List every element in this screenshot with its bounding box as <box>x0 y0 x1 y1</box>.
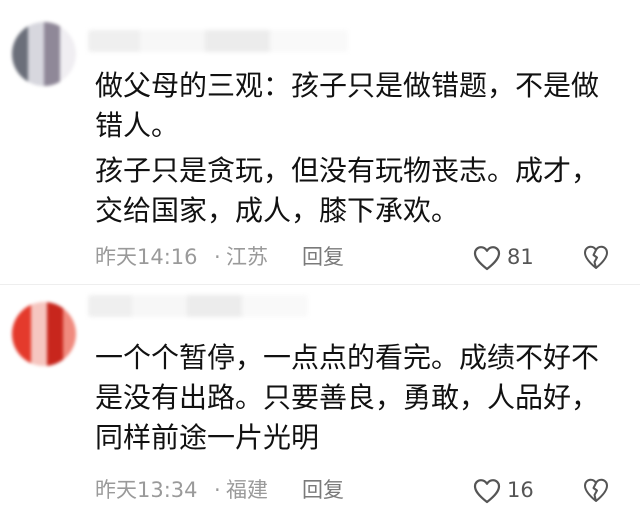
comment-item: 做父母的三观：孩子只是做错题，不是做错人。 孩子只是贪玩，但没有玩物丧志。成才，… <box>0 0 640 285</box>
broken-heart-icon[interactable] <box>583 477 609 503</box>
meta-separator: · <box>214 245 221 269</box>
comment-location: 福建 <box>226 478 268 502</box>
comment-time: 昨天14:16 <box>95 245 198 269</box>
comment-meta: 昨天13:34 · 福建 回复 16 <box>95 475 625 505</box>
avatar[interactable] <box>12 22 76 86</box>
comment-text: 做父母的三观：孩子只是做错题，不是做错人。 孩子只是贪玩，但没有玩物丧志。成才，… <box>95 66 615 231</box>
like-count: 16 <box>507 478 534 502</box>
like-count: 81 <box>507 245 534 269</box>
comment-location: 江苏 <box>226 245 268 269</box>
comment-paragraph: 做父母的三观：孩子只是做错题，不是做错人。 <box>95 69 600 142</box>
reply-button[interactable]: 回复 <box>302 242 344 272</box>
username-blurred[interactable] <box>88 30 348 52</box>
reply-button[interactable]: 回复 <box>302 475 344 505</box>
heart-outline-icon[interactable] <box>473 245 501 271</box>
heart-outline-icon[interactable] <box>473 478 501 504</box>
avatar[interactable] <box>12 302 76 366</box>
comment-item: 一个个暂停，一点点的看完。成绩不好不是没有出路。只要善良，勇敢，人品好，同样前途… <box>0 285 640 510</box>
comment-paragraph: 孩子只是贪玩，但没有玩物丧志。成才，交给国家，成人，膝下承欢。 <box>95 154 600 227</box>
meta-separator: · <box>214 478 221 502</box>
comment-meta: 昨天14:16 · 江苏 回复 81 <box>95 242 625 272</box>
comment-paragraph: 一个个暂停，一点点的看完。成绩不好不是没有出路。只要善良，勇敢，人品好，同样前途… <box>95 341 600 454</box>
comment-time: 昨天13:34 <box>95 478 198 502</box>
comment-text: 一个个暂停，一点点的看完。成绩不好不是没有出路。只要善良，勇敢，人品好，同样前途… <box>95 338 615 458</box>
username-blurred[interactable] <box>88 295 308 317</box>
broken-heart-icon[interactable] <box>583 244 609 270</box>
